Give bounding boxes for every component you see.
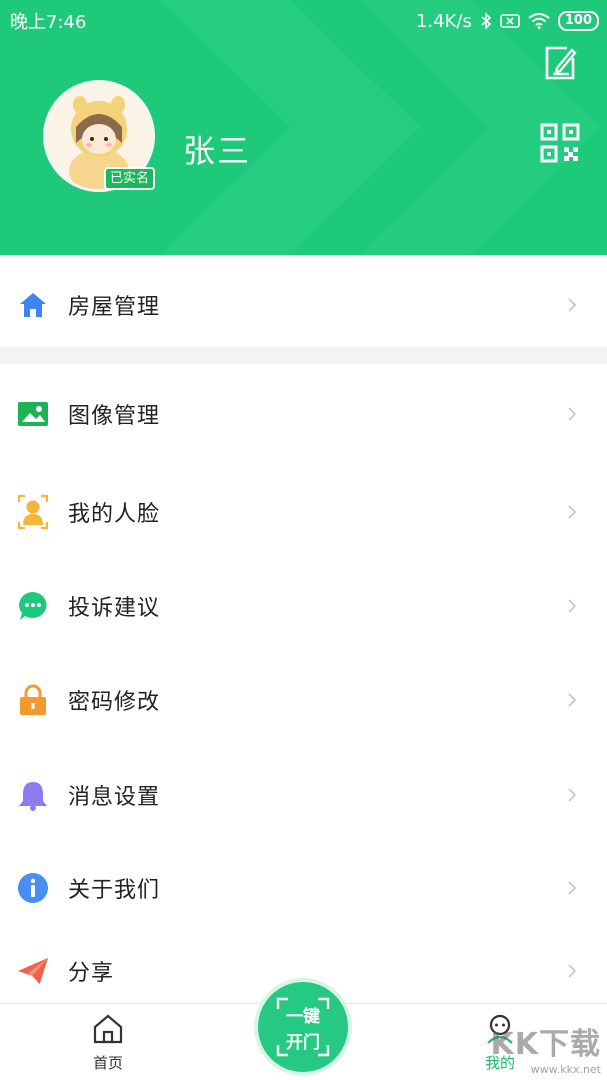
network-speed: 1.4K/s: [415, 10, 472, 32]
menu-label: 投诉建议: [68, 596, 161, 621]
menu-item-house-management[interactable]: 房屋管理: [0, 265, 607, 345]
menu-item-message-settings[interactable]: 消息设置: [0, 755, 607, 835]
bluetooth-icon: [481, 12, 492, 30]
chevron-right-icon: [568, 599, 577, 613]
chevron-right-icon: [568, 964, 577, 978]
menu-label: 图像管理: [68, 404, 161, 429]
chevron-right-icon: [568, 693, 577, 707]
profile-header: 晚上7:46 1.4K/s 100 已实名 张三: [0, 0, 607, 255]
watermark-url: www.kkx.net: [530, 1063, 601, 1076]
tab-home[interactable]: 首页: [68, 1014, 148, 1073]
menu-item-complaints[interactable]: 投诉建议: [0, 566, 607, 646]
wifi-icon: [528, 13, 550, 29]
chevron-right-icon: [568, 505, 577, 519]
menu-label: 房屋管理: [68, 295, 161, 320]
user-name: 张三: [183, 132, 252, 170]
menu-item-my-face[interactable]: 我的人脸: [0, 472, 607, 552]
one-tap-open-door-button[interactable]: 一键 开门: [258, 982, 348, 1072]
lock-icon: [17, 684, 49, 716]
chevron-right-icon: [568, 881, 577, 895]
menu-item-image-management[interactable]: 图像管理: [0, 374, 607, 454]
menu-label: 我的人脸: [68, 502, 161, 527]
verified-badge: 已实名: [104, 167, 155, 190]
paper-plane-icon: [17, 955, 49, 987]
menu-label: 分享: [68, 961, 115, 986]
menu-item-change-password[interactable]: 密码修改: [0, 660, 607, 740]
image-icon: [17, 398, 49, 430]
home-icon: [17, 289, 49, 321]
menu-label: 密码修改: [68, 690, 161, 715]
tab-home-label: 首页: [92, 1054, 123, 1072]
open-door-line1: 一键: [286, 1007, 320, 1027]
edit-icon[interactable]: [543, 44, 577, 82]
sim-off-icon: [500, 14, 520, 28]
qr-code-icon[interactable]: [540, 123, 580, 163]
section-divider: [0, 347, 607, 364]
home-outline-icon: [93, 1014, 123, 1044]
status-time: 晚上7:46: [10, 12, 87, 33]
chevron-right-icon: [568, 298, 577, 312]
watermark-text: KK下载: [490, 1027, 601, 1062]
open-door-line2: 开门: [286, 1033, 320, 1053]
chat-bubble-icon: [17, 590, 49, 622]
avatar[interactable]: 已实名: [43, 80, 155, 192]
battery-indicator: 100: [557, 11, 599, 31]
menu-label: 关于我们: [68, 878, 161, 903]
bell-icon: [17, 779, 49, 811]
status-bar: 晚上7:46 1.4K/s 100: [10, 8, 599, 34]
menu-item-about-us[interactable]: 关于我们: [0, 848, 607, 928]
menu-label: 消息设置: [68, 785, 161, 810]
face-icon: [17, 494, 49, 530]
info-icon: [17, 872, 49, 904]
chevron-right-icon: [568, 788, 577, 802]
watermark: KK下载 www.kkx.net: [491, 1019, 602, 1076]
chevron-right-icon: [568, 407, 577, 421]
